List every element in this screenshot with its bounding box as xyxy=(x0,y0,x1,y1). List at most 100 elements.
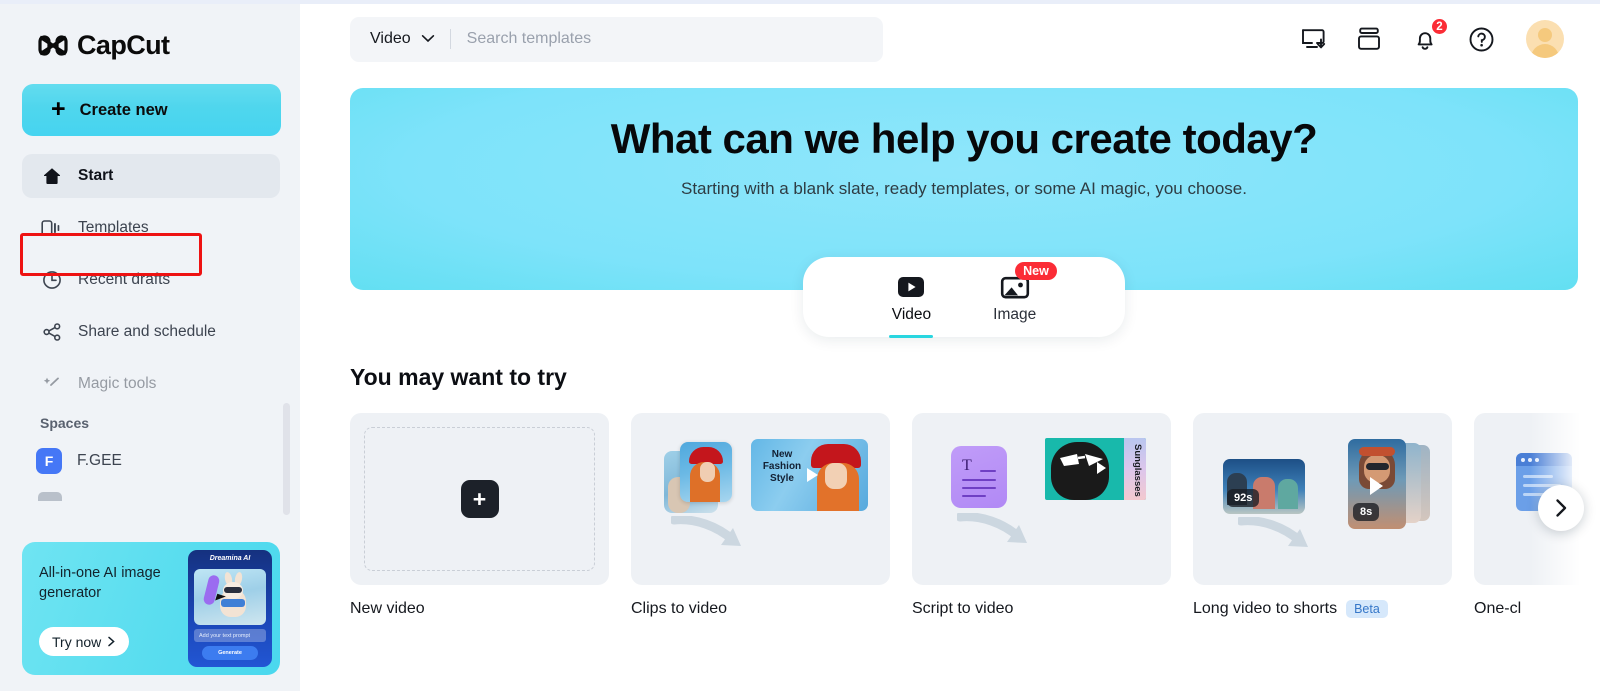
sidebar-scrollbar[interactable] xyxy=(283,403,290,515)
short-thumb-1: 8s xyxy=(1348,439,1406,529)
script-result-thumb: Sunglasses xyxy=(1045,438,1146,500)
search-bar[interactable]: Video xyxy=(350,16,883,62)
duration-chip-input: 92s xyxy=(1227,489,1260,507)
clip-thumb-front xyxy=(680,442,732,502)
capcut-logo-icon xyxy=(38,34,68,58)
promo-banner[interactable]: All-in-one AI image generator Try now Dr… xyxy=(22,542,280,675)
card-one-click-label: One-cl xyxy=(1474,600,1600,618)
card-label-text: Clips to video xyxy=(631,600,728,617)
capcut-app: CapCut + Create new Start Templates Rece… xyxy=(0,0,1600,691)
main-content: Video Search templates 2 What can we hel… xyxy=(300,0,1600,691)
create-new-label: Create new xyxy=(79,100,168,119)
card-new-video[interactable]: + New video xyxy=(350,413,609,618)
card-long-video-to-shorts-label: Long video to shorts Beta xyxy=(1193,600,1452,618)
promo-artwork: Dreamina AI Add your text prompt Generat… xyxy=(188,550,272,667)
user-avatar[interactable] xyxy=(1526,20,1564,58)
plus-icon: + xyxy=(460,480,499,518)
card-label-text: Script to video xyxy=(912,600,1014,617)
new-badge: New xyxy=(1015,262,1057,280)
app-logo[interactable]: CapCut xyxy=(0,0,300,61)
top-bar-icons: 2 xyxy=(1298,17,1564,58)
card-label-text: Long video to shorts xyxy=(1193,600,1338,617)
templates-icon xyxy=(41,218,62,239)
mode-toggle-active-indicator xyxy=(889,334,934,338)
transform-arrow-icon xyxy=(671,516,741,546)
mode-toggle: Video Image New xyxy=(803,257,1125,338)
download-app-icon[interactable] xyxy=(1298,24,1328,54)
mode-toggle-video-label: Video xyxy=(891,306,932,323)
card-long-video-to-shorts[interactable]: 92s 8s Long video to shorts Beta xyxy=(1193,413,1452,618)
sidebar-nav: Start Templates Recent drafts Share and … xyxy=(0,154,300,406)
card-script-to-video-thumb: T Sunglasses xyxy=(912,413,1171,585)
share-icon xyxy=(41,322,62,343)
mode-toggle-video[interactable]: Video xyxy=(889,270,934,338)
promo-title: All-in-one AI image generator xyxy=(39,565,161,601)
video-play-icon xyxy=(896,274,926,300)
chevron-right-icon xyxy=(1555,499,1566,517)
space-item-fgee[interactable]: F F.GEE xyxy=(36,448,122,474)
chevron-right-icon xyxy=(107,634,116,650)
sidebar-item-templates-label: Templates xyxy=(78,219,149,236)
window-top-edge xyxy=(0,0,1600,4)
magic-wand-icon xyxy=(41,374,62,395)
sidebar-item-templates[interactable]: Templates xyxy=(22,206,280,250)
script-doc-icon: T xyxy=(951,446,1007,508)
sidebar-item-start-label: Start xyxy=(78,167,114,184)
duration-chip-output: 8s xyxy=(1353,503,1380,521)
sidebar-item-magic-tools[interactable]: Magic tools xyxy=(22,362,280,406)
mode-toggle-image[interactable]: Image New xyxy=(993,262,1057,324)
notifications-badge: 2 xyxy=(1430,17,1449,36)
create-new-button[interactable]: + Create new xyxy=(22,84,281,136)
card-new-video-label: New video xyxy=(350,600,609,618)
sidebar-item-share-and-schedule[interactable]: Share and schedule xyxy=(22,310,280,354)
search-type-value: Video xyxy=(370,30,411,47)
hero-title: What can we help you create today? xyxy=(610,115,1318,162)
try-section-title: You may want to try xyxy=(350,364,567,390)
card-clips-to-video[interactable]: New Fashion Style Clips to video xyxy=(631,413,890,618)
top-bar: Video Search templates 2 xyxy=(300,0,1600,78)
promo-try-now-button[interactable]: Try now xyxy=(39,627,130,656)
search-input[interactable] xyxy=(466,30,883,48)
card-clips-to-video-thumb: New Fashion Style xyxy=(631,413,890,585)
promo-prompt-input: Add your text prompt xyxy=(194,629,266,642)
card-label-text: One-cl xyxy=(1474,600,1522,617)
chevron-down-icon xyxy=(421,30,435,48)
promo-brand-label: Dreamina AI xyxy=(209,555,251,562)
card-label-text: New video xyxy=(350,600,425,617)
help-circle-icon[interactable] xyxy=(1466,24,1496,54)
script-overlay-text: Sunglasses xyxy=(1132,444,1143,497)
home-icon xyxy=(41,166,62,187)
search-divider xyxy=(449,29,451,49)
app-logo-text: CapCut xyxy=(77,30,170,60)
transform-arrow-icon xyxy=(957,513,1027,543)
promo-thumbnail xyxy=(194,569,266,625)
card-script-to-video[interactable]: T Sunglasses Script to video xyxy=(912,413,1171,618)
space-item-label: F.GEE xyxy=(77,452,122,469)
card-script-to-video-label: Script to video xyxy=(912,600,1171,618)
sidebar-item-recent-drafts[interactable]: Recent drafts xyxy=(22,258,280,302)
card-long-video-to-shorts-thumb: 92s 8s xyxy=(1193,413,1452,585)
spaces-heading: Spaces xyxy=(40,413,96,433)
sidebar-item-recent-drafts-label: Recent drafts xyxy=(78,271,171,288)
hero-banner: What can we help you create today? Start… xyxy=(350,88,1578,338)
space-item-partial xyxy=(38,492,62,501)
clip-result-thumb: New Fashion Style xyxy=(751,439,868,511)
archive-box-icon[interactable] xyxy=(1354,24,1384,54)
sidebar-item-start[interactable]: Start xyxy=(22,154,280,198)
plus-icon: + xyxy=(51,94,66,123)
clip-overlay-text: New Fashion Style xyxy=(762,449,802,484)
long-video-thumb: 92s xyxy=(1223,459,1305,514)
notifications-bell-icon[interactable]: 2 xyxy=(1410,17,1449,54)
card-clips-to-video-label: Clips to video xyxy=(631,600,890,618)
sidebar-item-share-and-schedule-label: Share and schedule xyxy=(78,323,216,340)
transform-arrow-icon xyxy=(1238,517,1308,547)
carousel-next-button[interactable] xyxy=(1538,485,1584,531)
clock-icon xyxy=(41,270,62,291)
search-type-select[interactable]: Video xyxy=(370,30,435,48)
mode-toggle-image-label: Image xyxy=(993,306,1037,323)
beta-badge: Beta xyxy=(1346,600,1388,618)
hero-subtitle: Starting with a blank slate, ready templ… xyxy=(680,179,1247,198)
try-section-cards: + New video New Fashion Style Clips to v… xyxy=(350,413,1600,623)
text-tool-glyph: T xyxy=(962,457,972,474)
sidebar: CapCut + Create new Start Templates Rece… xyxy=(0,0,300,691)
